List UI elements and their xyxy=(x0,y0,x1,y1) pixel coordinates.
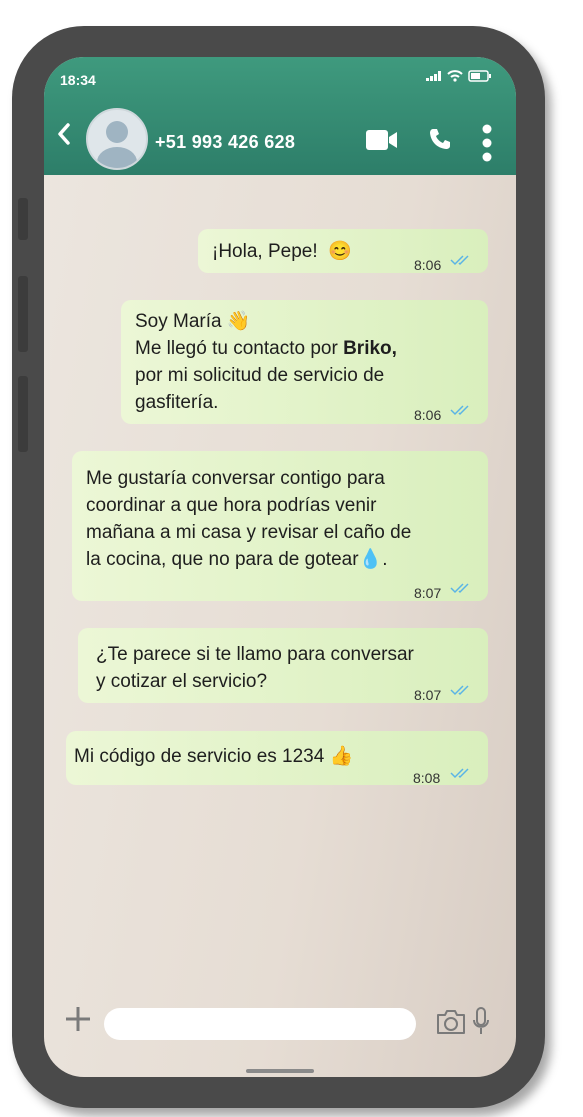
avatar[interactable] xyxy=(86,108,148,170)
wifi-icon xyxy=(447,70,463,82)
message-line: y cotizar el servicio? xyxy=(96,671,268,692)
volume-up-button xyxy=(18,276,28,352)
message-text: ¿Te parece si te llamo para conversar y … xyxy=(96,641,414,695)
message-time: 8:07 xyxy=(414,585,442,601)
message-time: 8:06 xyxy=(414,257,442,273)
volume-down-button xyxy=(18,376,28,452)
status-icons xyxy=(426,70,492,82)
microphone-icon[interactable] xyxy=(473,1007,489,1035)
message-text: Soy María 👋 Me llegó tu contacto por Bri… xyxy=(135,308,397,416)
camera-icon[interactable] xyxy=(435,1009,467,1035)
chat-screen: 18:34 +51 993 426 628 ¡Hola, Pepe! 😊 8:0… xyxy=(44,57,516,1077)
message-line: mañana a mi casa y revisar el caño de xyxy=(86,522,412,543)
message-text: Mi código de servicio es 1234 👍 xyxy=(74,746,354,767)
message-line: la cocina, que no para de gotear💧. xyxy=(86,549,388,570)
message-line: Me gustaría conversar contigo para xyxy=(86,468,385,489)
chat-header: 18:34 +51 993 426 628 xyxy=(44,57,516,175)
message-line: por mi solicitud de servicio de xyxy=(135,365,385,386)
message-text: Me gustaría conversar contigo para coord… xyxy=(86,465,411,573)
home-indicator[interactable] xyxy=(246,1069,314,1073)
message-bubble: Mi código de servicio es 1234 👍 8:08 xyxy=(66,731,488,786)
video-camera-icon[interactable] xyxy=(366,130,398,150)
message-text: ¡Hola, Pepe! 😊 xyxy=(212,241,352,262)
message-line: Me llegó tu contacto por Briko, xyxy=(135,335,397,362)
default-avatar-icon xyxy=(97,121,137,168)
more-vertical-icon[interactable] xyxy=(481,124,493,162)
double-check-icon xyxy=(450,405,469,416)
chevron-left-icon[interactable] xyxy=(56,123,72,145)
message-line-start: Me llegó tu contacto por xyxy=(135,338,344,359)
message-time: 8:06 xyxy=(414,407,442,423)
contact-name[interactable]: +51 993 426 628 xyxy=(155,132,295,153)
message-time: 8:08 xyxy=(413,770,441,786)
double-check-icon xyxy=(450,255,469,266)
signal-icon xyxy=(426,71,441,81)
message-bubble: ¿Te parece si te llamo para conversar y … xyxy=(78,628,488,703)
message-bubble: ¡Hola, Pepe! 😊 8:06 xyxy=(198,229,488,273)
message-bubble: Me gustaría conversar contigo para coord… xyxy=(72,451,488,601)
message-line: Soy María 👋 xyxy=(135,311,251,332)
message-line: ¿Te parece si te llamo para conversar xyxy=(96,644,414,665)
mute-switch xyxy=(18,198,28,240)
message-line: gasfitería. xyxy=(135,392,219,413)
brand-name: Briko, xyxy=(343,338,397,359)
double-check-icon xyxy=(450,583,469,594)
status-time: 18:34 xyxy=(60,72,96,88)
message-bubble: Soy María 👋 Me llegó tu contacto por Bri… xyxy=(121,300,488,424)
double-check-icon xyxy=(450,768,469,779)
message-time: 8:07 xyxy=(414,687,442,703)
phone-icon[interactable] xyxy=(428,127,452,151)
message-line: coordinar a que hora podrías venir xyxy=(86,495,377,516)
double-check-icon xyxy=(450,685,469,696)
plus-icon[interactable] xyxy=(64,1005,92,1033)
message-input[interactable] xyxy=(104,1008,416,1040)
battery-icon xyxy=(468,70,491,82)
